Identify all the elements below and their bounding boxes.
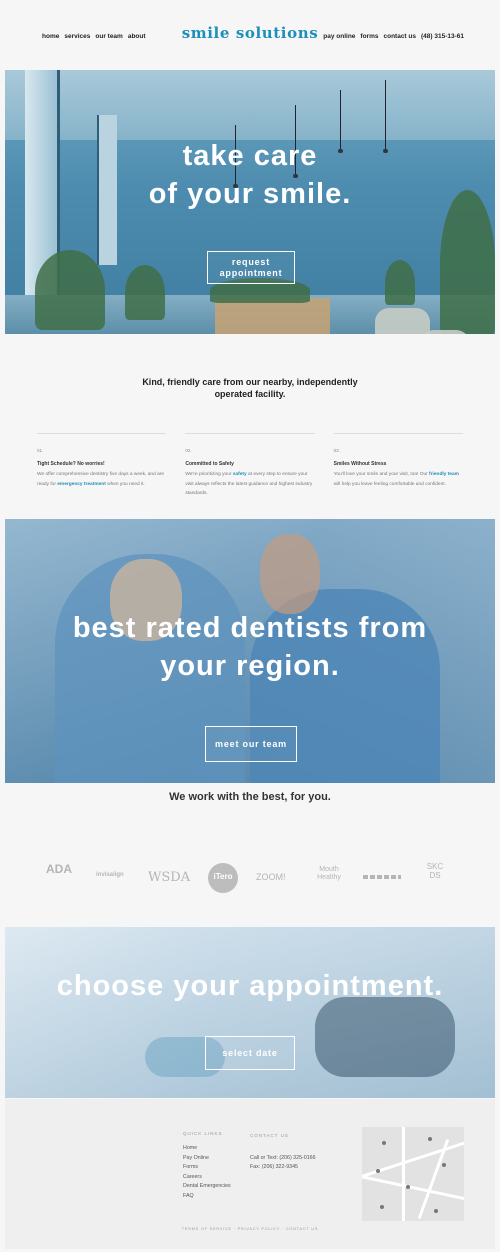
hero-image-chair	[375, 308, 430, 334]
team-banner: best rated dentists from your region. me…	[5, 519, 495, 783]
select-date-button[interactable]: select date	[205, 1036, 295, 1070]
intro-line: operated facility.	[214, 389, 286, 399]
map-pin-icon	[442, 1163, 446, 1167]
map-pin-icon	[380, 1205, 384, 1209]
appointment-title: choose your appointment.	[56, 970, 444, 1002]
nav-pay-online-link[interactable]: pay online	[323, 33, 355, 40]
footer-link-forms[interactable]: Forms	[183, 1163, 231, 1173]
hero-title-line: of your smile.	[148, 178, 352, 210]
feature-card: 01. Tight Schedule? No worries! We offer…	[37, 433, 167, 499]
ada-logo: ADA	[46, 862, 72, 876]
hero-image-plant	[35, 250, 105, 330]
quick-links-heading: QUICK LINKS	[183, 1131, 223, 1136]
hero-image-plant	[125, 265, 165, 320]
team-title-line: best rated dentists from	[72, 612, 428, 644]
location-map[interactable]	[362, 1127, 464, 1221]
footer-link-home[interactable]: Home	[183, 1144, 231, 1154]
feature-link[interactable]: emergency treatment	[57, 482, 106, 487]
map-road	[362, 1136, 464, 1181]
team-title-line: your region.	[160, 650, 340, 682]
team-title: best rated dentists from your region.	[5, 609, 495, 685]
footer-link-pay-online[interactable]: Pay Online	[183, 1154, 231, 1164]
feature-title: Tight Schedule? No worries!	[37, 461, 105, 467]
contact-heading: CONTACT US	[250, 1133, 289, 1138]
feature-number: 01.	[37, 448, 44, 453]
nav-contact-link[interactable]: contact us	[383, 33, 416, 40]
intro-text: Kind, friendly care from our nearby, ind…	[0, 376, 500, 400]
invisalign-logo: invisalign	[96, 872, 124, 878]
contact-fax: Fax: (206) 322-9345	[250, 1164, 298, 1170]
feature-body: You'll love your smile and your visit, t…	[334, 470, 463, 489]
request-appointment-button[interactable]: request appointment	[207, 251, 295, 284]
feature-number: 03.	[333, 448, 340, 453]
hero-image-plant	[385, 260, 415, 305]
map-pin-icon	[376, 1169, 380, 1173]
partner-logos: ADA invisalign WSDA iTero ZOOM! Mouth He…	[40, 858, 460, 898]
feature-link[interactable]: safety	[233, 472, 247, 477]
hero-banner: take care of your smile. request appoint…	[5, 70, 495, 334]
feature-text: when you need it.	[105, 481, 145, 487]
wsda-logo: WSDA	[148, 870, 191, 885]
team-image-person	[260, 534, 320, 614]
feature-text: You'll love your smile and your visit, t…	[333, 472, 430, 477]
hero-title: take care of your smile.	[5, 137, 495, 213]
map-road	[362, 1173, 464, 1204]
meet-our-team-button[interactable]: meet our team	[205, 726, 297, 762]
feature-title: Committed to Safety	[185, 461, 234, 467]
appointment-banner: choose your appointment. select date	[5, 927, 495, 1098]
features-row: 01. Tight Schedule? No worries! We offer…	[37, 433, 463, 499]
footer-link-dental-emergencies[interactable]: Dental Emergencies	[183, 1182, 231, 1192]
zoom-logo: ZOOM!	[256, 872, 286, 882]
map-pin-icon	[428, 1137, 432, 1141]
skcds-logo: SKC DS	[426, 862, 444, 880]
feature-link[interactable]: friendly team	[429, 472, 459, 477]
nav-forms-link[interactable]: forms	[360, 33, 378, 40]
hero-image-desk	[215, 298, 330, 334]
hero-title-line: take care	[182, 140, 318, 172]
footer-link-faq[interactable]: FAQ	[183, 1192, 231, 1202]
map-pin-icon	[434, 1209, 438, 1213]
nav-right: pay online forms contact us (48) 315-13-…	[323, 33, 464, 40]
contact-info: CONTACT US Call or Text: (206) 325-0166 …	[250, 1131, 316, 1173]
feature-card: 02. Committed to Safety We're prioritizi…	[185, 433, 315, 499]
map-road	[402, 1127, 405, 1221]
feature-title: Smiles Without Stress	[333, 461, 387, 467]
itero-logo: iTero	[213, 872, 233, 881]
feature-number: 02.	[185, 448, 192, 453]
hero-image-ceiling	[5, 70, 495, 140]
phone-number-link[interactable]: (48) 315-13-61	[421, 33, 464, 40]
quick-links: QUICK LINKS Home Pay Online Forms Career…	[183, 1131, 231, 1201]
contact-phone[interactable]: Call or Text: (206) 325-0166	[250, 1154, 316, 1164]
map-pin-icon	[406, 1185, 410, 1189]
legal-links[interactable]: TERMS OF SERVICE · PRIVACY POLICY · CONT…	[5, 1227, 495, 1231]
footer-link-careers[interactable]: Careers	[183, 1173, 231, 1183]
button-label: appointment	[219, 267, 283, 278]
site-footer: QUICK LINKS Home Pay Online Forms Career…	[5, 1099, 495, 1249]
partners-title: We work with the best, for you.	[169, 791, 331, 803]
feature-text: will help you leave feeling comfortable …	[333, 481, 446, 487]
intro-line: Kind, friendly care from our nearby, ind…	[142, 377, 358, 387]
appointment-image-chair	[315, 997, 455, 1077]
feature-body: We offer comprehensive dentistry five da…	[37, 470, 166, 489]
site-header: home services our team about smile solut…	[0, 0, 500, 70]
partner-logo-bars	[363, 875, 401, 879]
map-pin-icon	[382, 1141, 386, 1145]
feature-card: 03. Smiles Without Stress You'll love yo…	[333, 433, 463, 499]
feature-text: We're prioritizing your	[185, 472, 233, 477]
button-label: request	[231, 256, 271, 267]
feature-body: We're prioritizing your safety at every …	[185, 470, 314, 499]
mouth-healthy-logo: Mouth Healthy	[317, 866, 341, 881]
